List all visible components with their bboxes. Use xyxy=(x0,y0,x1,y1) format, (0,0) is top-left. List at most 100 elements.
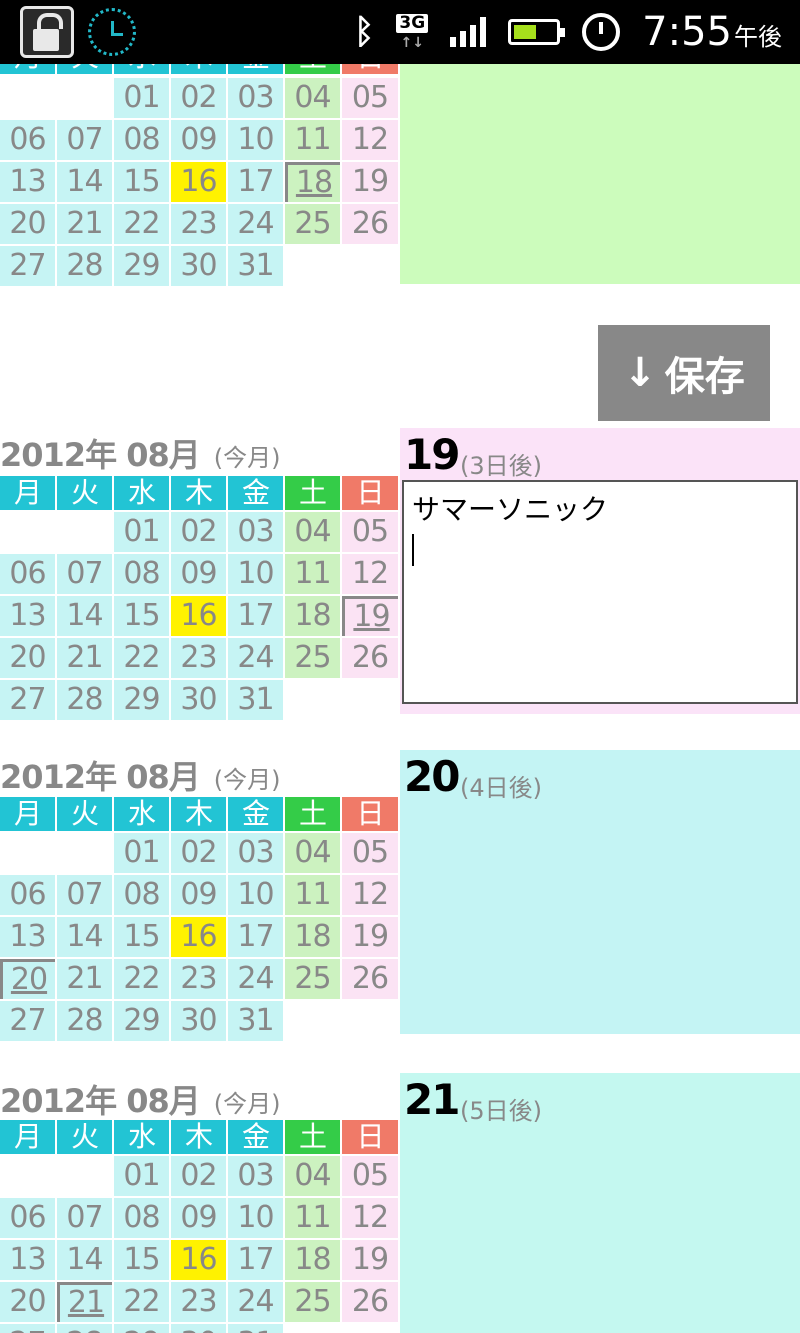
calendar-day-cell[interactable]: 06 xyxy=(0,554,55,594)
calendar-day-cell[interactable]: 18 xyxy=(285,162,340,202)
calendar-day-cell[interactable]: 13 xyxy=(0,596,55,636)
calendar-day-cell[interactable]: 29 xyxy=(114,680,169,720)
calendar-day-cell[interactable]: 15 xyxy=(114,596,169,636)
calendar-day-cell[interactable]: 01 xyxy=(114,512,169,552)
calendar-day-cell[interactable]: 30 xyxy=(171,680,226,720)
calendar-day-cell[interactable]: 07 xyxy=(57,875,112,915)
calendar-day-cell[interactable]: 10 xyxy=(228,120,283,160)
calendar-day-cell[interactable]: 09 xyxy=(171,875,226,915)
calendar-day-cell[interactable]: 28 xyxy=(57,680,112,720)
calendar-day-cell[interactable]: 14 xyxy=(57,917,112,957)
calendar-day-cell[interactable]: 19 xyxy=(342,1240,398,1280)
calendar-day-cell[interactable]: 06 xyxy=(0,875,55,915)
calendar-day-cell[interactable]: 19 xyxy=(342,596,398,636)
calendar-day-cell[interactable]: 07 xyxy=(57,120,112,160)
calendar-day-cell[interactable]: 15 xyxy=(114,162,169,202)
calendar-day-cell[interactable]: 26 xyxy=(342,204,398,244)
calendar-day-cell[interactable]: 08 xyxy=(114,120,169,160)
calendar-day-cell[interactable]: 30 xyxy=(171,1324,226,1333)
calendar-day-cell[interactable]: 19 xyxy=(342,917,398,957)
calendar-day-cell[interactable]: 08 xyxy=(114,554,169,594)
calendar-day-cell[interactable]: 06 xyxy=(0,1198,55,1238)
calendar-day-cell[interactable]: 10 xyxy=(228,554,283,594)
calendar-day-cell[interactable]: 12 xyxy=(342,875,398,915)
calendar-day-cell[interactable]: 23 xyxy=(171,959,226,999)
calendar-day-cell[interactable]: 09 xyxy=(171,120,226,160)
calendar-day-cell[interactable]: 02 xyxy=(171,512,226,552)
calendar-day-cell[interactable]: 22 xyxy=(114,959,169,999)
calendar-day-cell[interactable]: 27 xyxy=(0,1324,55,1333)
calendar-day-cell[interactable]: 14 xyxy=(57,162,112,202)
calendar-day-cell[interactable]: 20 xyxy=(0,959,55,999)
calendar-day-cell[interactable]: 13 xyxy=(0,162,55,202)
calendar-day-cell[interactable]: 14 xyxy=(57,1240,112,1280)
day-detail-panel[interactable]: 19 (3日後) サマーソニック xyxy=(400,428,800,714)
calendar-day-cell[interactable]: 05 xyxy=(342,512,398,552)
calendar-day-cell[interactable]: 03 xyxy=(228,833,283,873)
calendar-day-cell[interactable]: 15 xyxy=(114,917,169,957)
calendar-day-cell[interactable]: 23 xyxy=(171,1282,226,1322)
calendar-day-cell[interactable]: 25 xyxy=(285,959,340,999)
calendar-day-cell[interactable]: 19 xyxy=(342,162,398,202)
calendar-day-cell[interactable]: 20 xyxy=(0,204,55,244)
calendar-day-cell[interactable]: 11 xyxy=(285,875,340,915)
calendar-day-cell[interactable]: 01 xyxy=(114,833,169,873)
calendar-day-cell[interactable]: 31 xyxy=(228,680,283,720)
calendar-day-cell[interactable]: 16 xyxy=(171,162,226,202)
calendar-day-cell[interactable]: 09 xyxy=(171,1198,226,1238)
calendar-day-cell[interactable]: 04 xyxy=(285,78,340,118)
calendar-day-cell[interactable]: 12 xyxy=(342,120,398,160)
calendar-day-cell[interactable]: 05 xyxy=(342,1156,398,1196)
calendar-day-cell[interactable]: 31 xyxy=(228,1001,283,1041)
calendar-day-cell[interactable]: 24 xyxy=(228,638,283,678)
calendar-day-cell[interactable]: 14 xyxy=(57,596,112,636)
calendar-day-cell[interactable]: 20 xyxy=(0,1282,55,1322)
calendar-day-cell[interactable]: 05 xyxy=(342,833,398,873)
calendar-day-cell[interactable]: 25 xyxy=(285,204,340,244)
calendar-day-cell[interactable]: 21 xyxy=(57,638,112,678)
calendar-day-cell[interactable]: 17 xyxy=(228,917,283,957)
calendar-day-cell[interactable]: 13 xyxy=(0,917,55,957)
day-detail-panel[interactable]: 21 (5日後) xyxy=(400,1073,800,1333)
calendar-day-cell[interactable]: 18 xyxy=(285,596,340,636)
calendar-day-cell[interactable]: 22 xyxy=(114,1282,169,1322)
calendar-day-cell[interactable]: 02 xyxy=(171,833,226,873)
calendar-day-cell[interactable]: 03 xyxy=(228,512,283,552)
calendar-day-cell[interactable]: 24 xyxy=(228,1282,283,1322)
calendar-day-cell[interactable]: 21 xyxy=(57,1282,112,1322)
calendar-day-cell[interactable]: 17 xyxy=(228,596,283,636)
calendar-day-cell[interactable]: 11 xyxy=(285,120,340,160)
calendar-day-cell[interactable]: 02 xyxy=(171,78,226,118)
calendar-day-cell[interactable]: 28 xyxy=(57,1324,112,1333)
calendar-day-cell[interactable]: 04 xyxy=(285,1156,340,1196)
calendar-day-cell[interactable]: 05 xyxy=(342,78,398,118)
calendar-day-cell[interactable]: 22 xyxy=(114,638,169,678)
calendar-day-cell[interactable]: 27 xyxy=(0,680,55,720)
calendar-day-cell[interactable]: 26 xyxy=(342,959,398,999)
calendar-day-cell[interactable]: 22 xyxy=(114,204,169,244)
calendar-day-cell[interactable]: 03 xyxy=(228,78,283,118)
calendar-day-cell[interactable]: 07 xyxy=(57,1198,112,1238)
calendar-day-cell[interactable]: 17 xyxy=(228,162,283,202)
calendar-day-cell[interactable]: 29 xyxy=(114,246,169,286)
calendar-day-cell[interactable]: 12 xyxy=(342,1198,398,1238)
calendar-day-cell[interactable]: 01 xyxy=(114,78,169,118)
calendar-day-cell[interactable]: 28 xyxy=(57,1001,112,1041)
calendar-day-cell[interactable]: 06 xyxy=(0,120,55,160)
calendar-day-cell[interactable]: 31 xyxy=(228,1324,283,1333)
calendar-day-cell[interactable]: 02 xyxy=(171,1156,226,1196)
calendar-day-cell[interactable]: 15 xyxy=(114,1240,169,1280)
calendar-day-cell[interactable]: 17 xyxy=(228,1240,283,1280)
calendar-day-cell[interactable]: 25 xyxy=(285,1282,340,1322)
calendar-day-cell[interactable]: 30 xyxy=(171,246,226,286)
calendar-day-cell[interactable]: 03 xyxy=(228,1156,283,1196)
calendar-day-cell[interactable]: 29 xyxy=(114,1001,169,1041)
day-detail-panel[interactable] xyxy=(400,64,800,284)
calendar-day-cell[interactable]: 27 xyxy=(0,246,55,286)
save-button[interactable]: ↓ 保存 xyxy=(598,325,770,421)
calendar-day-cell[interactable]: 24 xyxy=(228,959,283,999)
calendar-day-cell[interactable]: 20 xyxy=(0,638,55,678)
calendar-day-cell[interactable]: 01 xyxy=(114,1156,169,1196)
calendar-day-cell[interactable]: 07 xyxy=(57,554,112,594)
calendar-day-cell[interactable]: 16 xyxy=(171,1240,226,1280)
